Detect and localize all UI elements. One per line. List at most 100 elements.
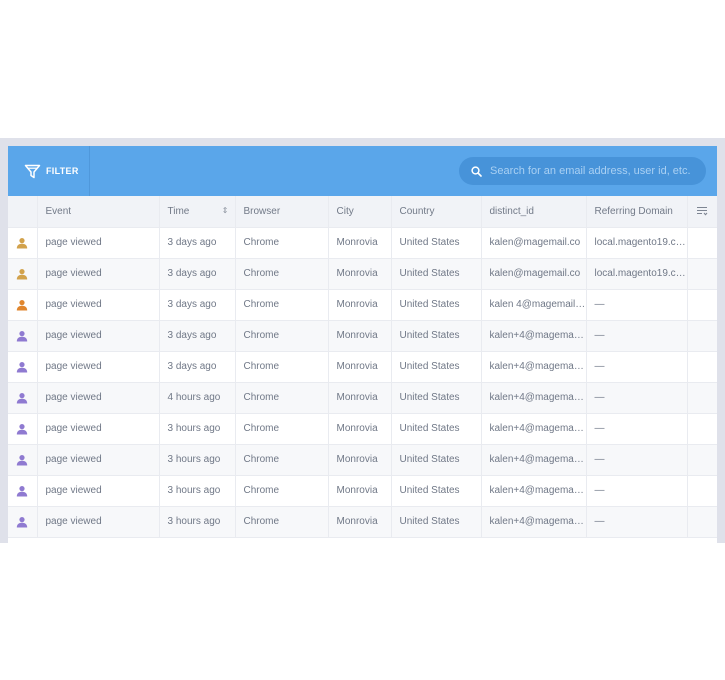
column-settings-button[interactable]: [687, 196, 717, 228]
header-city[interactable]: City: [328, 196, 392, 228]
user-avatar-cell[interactable]: [8, 382, 38, 414]
row-spacer: [687, 320, 717, 352]
cell-time: 3 hours ago: [159, 444, 236, 476]
cell-referring-domain: —: [586, 475, 688, 507]
table-row[interactable]: page viewed 3 days ago Chrome Monrovia Unite…: [8, 289, 717, 321]
user-icon: [17, 423, 28, 434]
user-avatar-cell[interactable]: [8, 413, 38, 445]
table-row[interactable]: page viewed 3 days ago Chrome Monrovia Unite…: [8, 320, 717, 352]
user-avatar-cell[interactable]: [8, 258, 38, 290]
cell-time: 3 days ago: [159, 320, 236, 352]
cell-referring-domain: local.magento19.com: [586, 258, 688, 290]
column-settings-icon: [697, 207, 708, 216]
cell-event: page viewed: [37, 351, 160, 383]
user-avatar-cell[interactable]: [8, 475, 38, 507]
cell-time: 3 days ago: [159, 227, 236, 259]
user-avatar-cell[interactable]: [8, 289, 38, 321]
cell-event: page viewed: [37, 413, 160, 445]
cell-city: Monrovia: [328, 289, 392, 321]
user-avatar-cell[interactable]: [8, 351, 38, 383]
cell-referring-domain: —: [586, 413, 688, 445]
cell-time: 3 days ago: [159, 351, 236, 383]
cell-city: Monrovia: [328, 320, 392, 352]
header-distinct-id[interactable]: distinct_id: [481, 196, 587, 228]
table-row[interactable]: page viewed 3 hours ago Chrome Monrovia Unit…: [8, 475, 717, 507]
table-row[interactable]: page viewed 4 hours ago Chrome Monrovia Unit…: [8, 382, 717, 414]
user-avatar-cell[interactable]: [8, 444, 38, 476]
header-time[interactable]: Time ⇕: [159, 196, 236, 228]
cell-country: United States: [391, 475, 482, 507]
cell-country: United States: [391, 227, 482, 259]
cell-referring-domain: —: [586, 382, 688, 414]
cell-country: United States: [391, 413, 482, 445]
table-row[interactable]: page viewed 3 hours ago Chrome Monrovia Unit…: [8, 506, 717, 538]
cell-time: 3 days ago: [159, 289, 236, 321]
cell-time: 3 hours ago: [159, 475, 236, 507]
cell-city: Monrovia: [328, 506, 392, 538]
cell-time: 4 hours ago: [159, 382, 236, 414]
header-icon-column: [8, 196, 38, 228]
table-row[interactable]: page viewed 3 days ago Chrome Monrovia Unite…: [8, 351, 717, 383]
cell-distinct-id: kalen+4@magemail....: [481, 413, 587, 445]
cell-distinct-id: kalen+4@magemail....: [481, 320, 587, 352]
events-table-frame: FILTER Search for an email address, user…: [0, 138, 725, 543]
user-icon: [17, 299, 28, 310]
table-row[interactable]: page viewed 3 hours ago Chrome Monrovia Unit…: [8, 413, 717, 445]
cell-event: page viewed: [37, 475, 160, 507]
header-country[interactable]: Country: [391, 196, 482, 228]
cell-event: page viewed: [37, 289, 160, 321]
cell-country: United States: [391, 444, 482, 476]
cell-referring-domain: —: [586, 320, 688, 352]
user-avatar-cell[interactable]: [8, 227, 38, 259]
row-spacer: [687, 475, 717, 507]
row-spacer: [687, 258, 717, 290]
cell-country: United States: [391, 506, 482, 538]
cell-referring-domain: local.magento19.com: [586, 227, 688, 259]
events-panel: FILTER Search for an email address, user…: [8, 146, 717, 543]
toolbar: FILTER: [8, 146, 717, 196]
filter-label: FILTER: [46, 166, 79, 176]
cell-distinct-id: kalen+4@magemail....: [481, 382, 587, 414]
cell-browser: Chrome: [235, 444, 329, 476]
sort-icon[interactable]: ⇕: [222, 206, 229, 215]
table-header-row: Event Time ⇕ Browser City Country distin…: [8, 196, 717, 228]
cell-time: 3 hours ago: [159, 413, 236, 445]
row-spacer: [687, 382, 717, 414]
cell-country: United States: [391, 258, 482, 290]
cell-event: page viewed: [37, 506, 160, 538]
events-table: Event Time ⇕ Browser City Country distin…: [8, 196, 717, 538]
cell-browser: Chrome: [235, 320, 329, 352]
cell-browser: Chrome: [235, 506, 329, 538]
cell-browser: Chrome: [235, 475, 329, 507]
cell-browser: Chrome: [235, 227, 329, 259]
cell-distinct-id: kalen@magemail.co: [481, 227, 587, 259]
user-avatar-cell[interactable]: [8, 506, 38, 538]
cell-distinct-id: kalen+4@magemail....: [481, 444, 587, 476]
header-browser[interactable]: Browser: [235, 196, 329, 228]
header-referring-domain[interactable]: Referring Domain: [586, 196, 688, 228]
search-box[interactable]: [459, 157, 706, 185]
cell-distinct-id: kalen 4@magemail....: [481, 289, 587, 321]
cell-distinct-id: kalen+4@magemail....: [481, 506, 587, 538]
user-icon: [17, 237, 28, 248]
user-icon: [17, 454, 28, 465]
cell-country: United States: [391, 351, 482, 383]
cell-country: United States: [391, 289, 482, 321]
filter-button[interactable]: FILTER: [8, 146, 90, 196]
cell-distinct-id: kalen@magemail.co: [481, 258, 587, 290]
table-row[interactable]: page viewed 3 days ago Chrome Monrovia Unite…: [8, 258, 717, 290]
user-icon: [17, 361, 28, 372]
header-event[interactable]: Event: [37, 196, 160, 228]
cell-city: Monrovia: [328, 413, 392, 445]
search-input[interactable]: [490, 165, 705, 177]
table-row[interactable]: page viewed 3 hours ago Chrome Monrovia Unit…: [8, 444, 717, 476]
cell-city: Monrovia: [328, 351, 392, 383]
user-icon: [17, 485, 28, 496]
user-avatar-cell[interactable]: [8, 320, 38, 352]
table-row[interactable]: page viewed 3 days ago Chrome Monrovia Unite…: [8, 227, 717, 259]
cell-browser: Chrome: [235, 289, 329, 321]
row-spacer: [687, 444, 717, 476]
row-spacer: [687, 289, 717, 321]
user-icon: [17, 268, 28, 279]
cell-country: United States: [391, 320, 482, 352]
